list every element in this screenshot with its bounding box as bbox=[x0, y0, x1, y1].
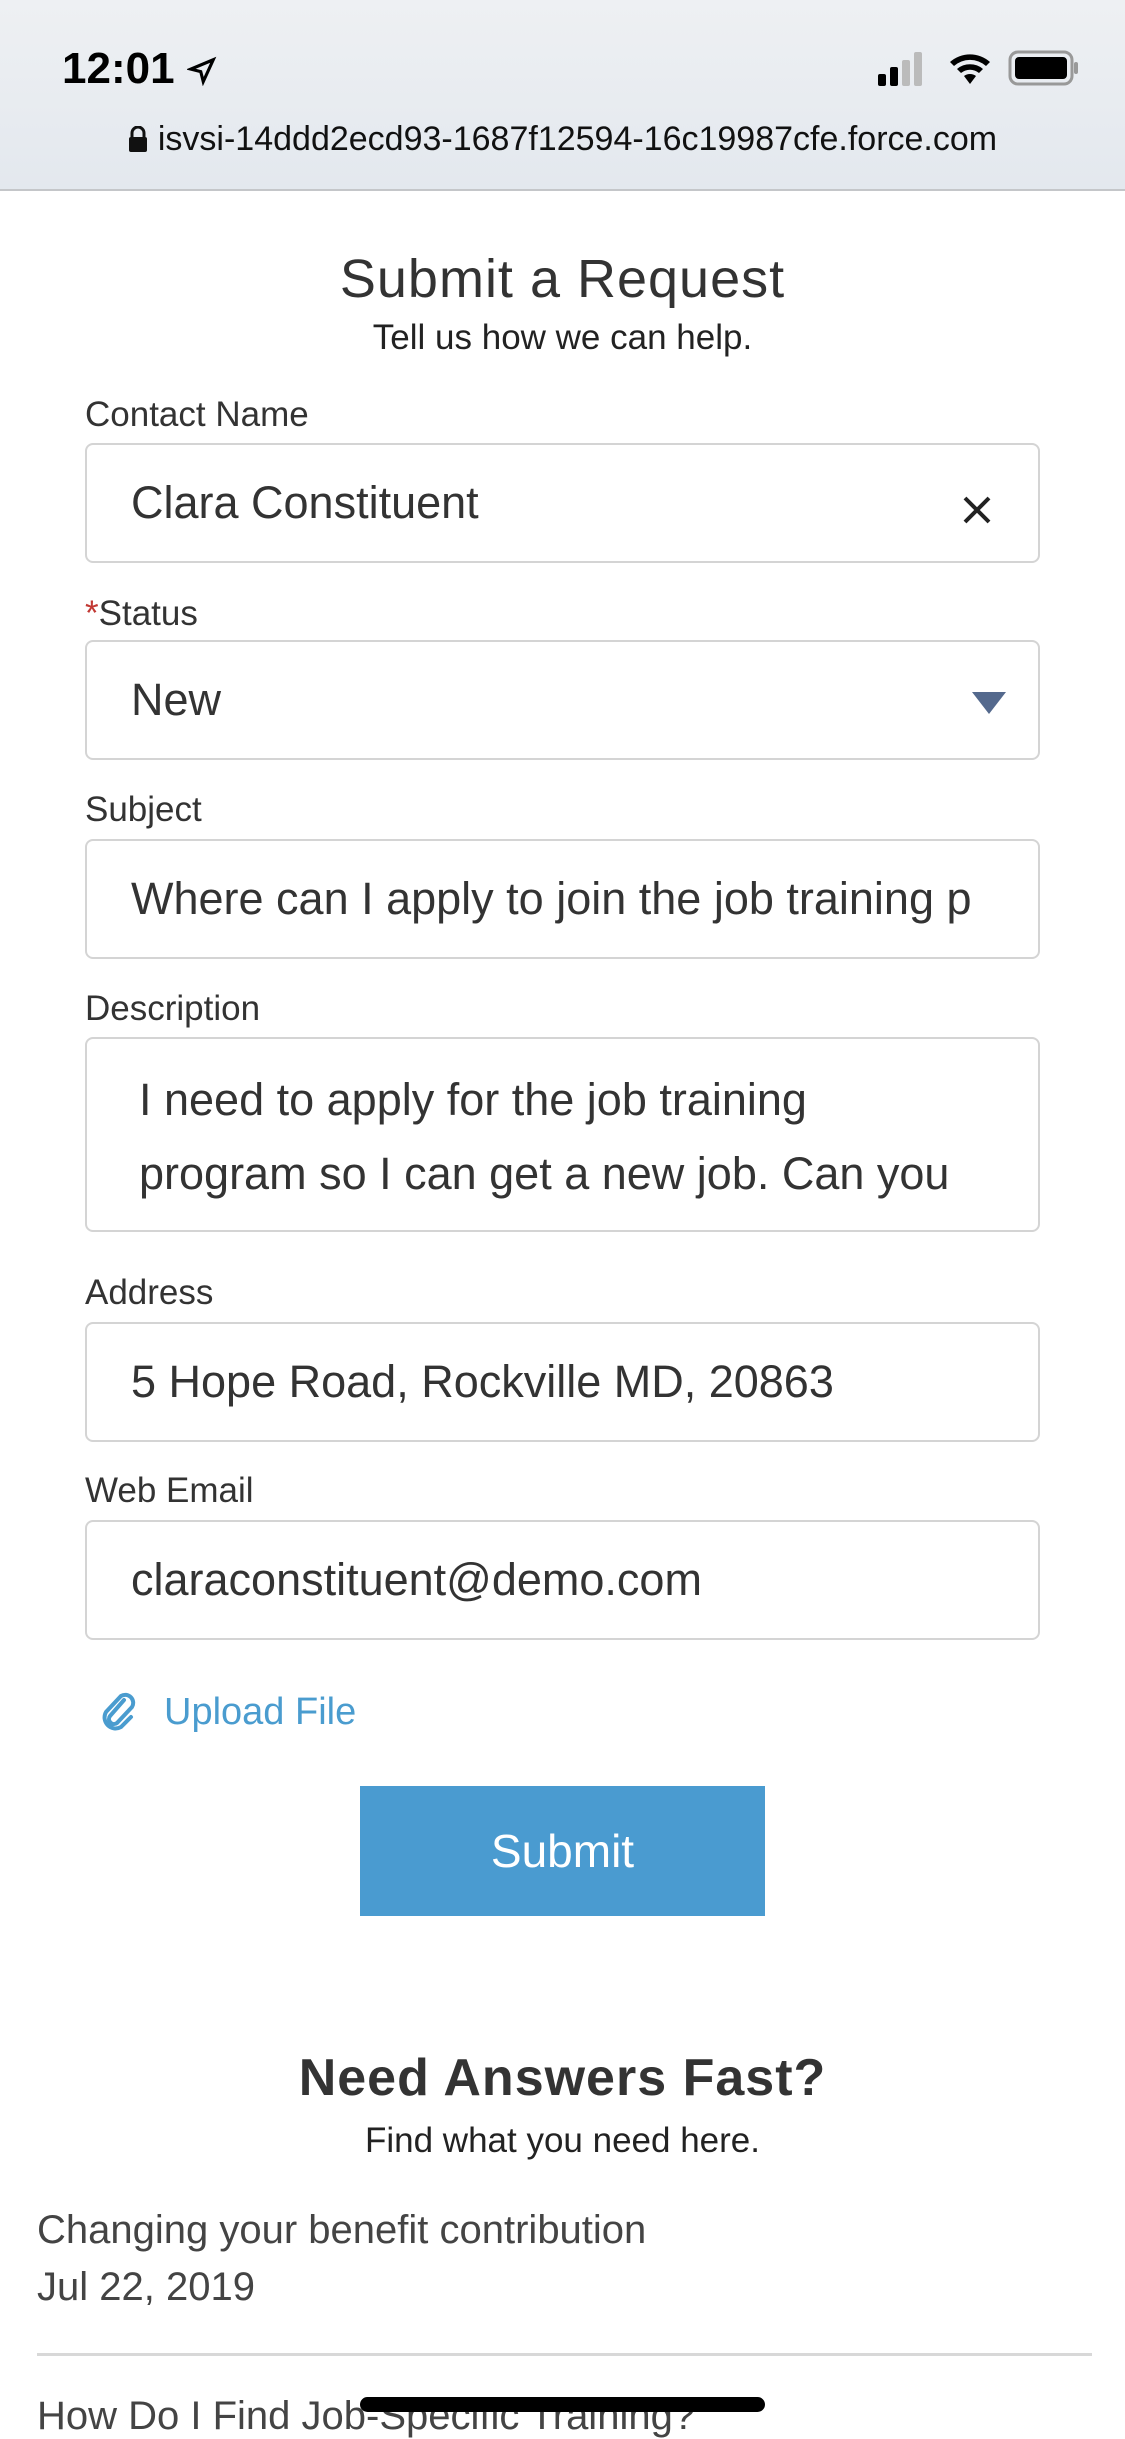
answers-subtitle: Find what you need here. bbox=[365, 2121, 760, 2160]
web-email-value: claraconstituent@demo.com bbox=[131, 1554, 702, 1605]
lock-icon bbox=[128, 125, 147, 152]
upload-file-label: Upload File bbox=[164, 1690, 357, 1733]
status-label: *Status bbox=[85, 594, 198, 633]
web-email-label: Web Email bbox=[85, 1471, 254, 1510]
paperclip-icon bbox=[102, 1692, 136, 1731]
status-time: 12:01 bbox=[62, 44, 217, 94]
page-subtitle: Tell us how we can help. bbox=[372, 318, 753, 357]
article-date: Jul 22, 2019 bbox=[37, 2265, 255, 2309]
wifi-icon bbox=[950, 54, 990, 84]
address-label: Address bbox=[85, 1273, 214, 1312]
description-textarea[interactable]: I need to apply for the job training pro… bbox=[85, 1037, 1040, 1232]
submit-button[interactable]: Submit bbox=[360, 1786, 765, 1916]
home-indicator bbox=[360, 2397, 765, 2412]
contact-name-value: Clara Constituent bbox=[131, 477, 479, 528]
subject-label: Subject bbox=[85, 790, 202, 829]
contact-name-field[interactable]: Clara Constituent bbox=[85, 443, 1040, 563]
status-value: New bbox=[131, 674, 222, 725]
chevron-down-icon bbox=[972, 692, 1006, 714]
web-email-field[interactable]: claraconstituent@demo.com bbox=[85, 1520, 1040, 1640]
clear-icon[interactable] bbox=[962, 495, 992, 525]
address-bar[interactable]: isvsi-14ddd2ecd93-1687f12594-16c19987cfe… bbox=[0, 120, 1125, 159]
answers-title: Need Answers Fast? bbox=[298, 2049, 827, 2107]
contact-name-label: Contact Name bbox=[85, 395, 309, 434]
subject-value: Where can I apply to join the job traini… bbox=[131, 873, 972, 924]
subject-field[interactable]: Where can I apply to join the job traini… bbox=[85, 839, 1040, 959]
address-value: 5 Hope Road, Rockville MD, 20863 bbox=[131, 1356, 834, 1407]
browser-header: 12:01 isvsi-14ddd2ecd93-1687f12594-16c19… bbox=[0, 0, 1125, 191]
address-field[interactable]: 5 Hope Road, Rockville MD, 20863 bbox=[85, 1322, 1040, 1442]
battery-icon bbox=[1008, 50, 1078, 86]
status-select[interactable]: New bbox=[85, 640, 1040, 760]
location-arrow-icon bbox=[185, 57, 217, 87]
required-mark: * bbox=[85, 594, 99, 633]
article-title[interactable]: Changing your benefit contribution bbox=[37, 2208, 646, 2253]
divider bbox=[37, 2353, 1092, 2356]
url-text: isvsi-14ddd2ecd93-1687f12594-16c19987cfe… bbox=[157, 120, 998, 158]
description-value: I need to apply for the job training pro… bbox=[139, 1074, 950, 1199]
page-title: Submit a Request bbox=[339, 249, 786, 309]
signal-icon bbox=[878, 52, 922, 86]
description-label: Description bbox=[85, 989, 261, 1028]
upload-file-link[interactable]: Upload File bbox=[100, 1690, 356, 1734]
